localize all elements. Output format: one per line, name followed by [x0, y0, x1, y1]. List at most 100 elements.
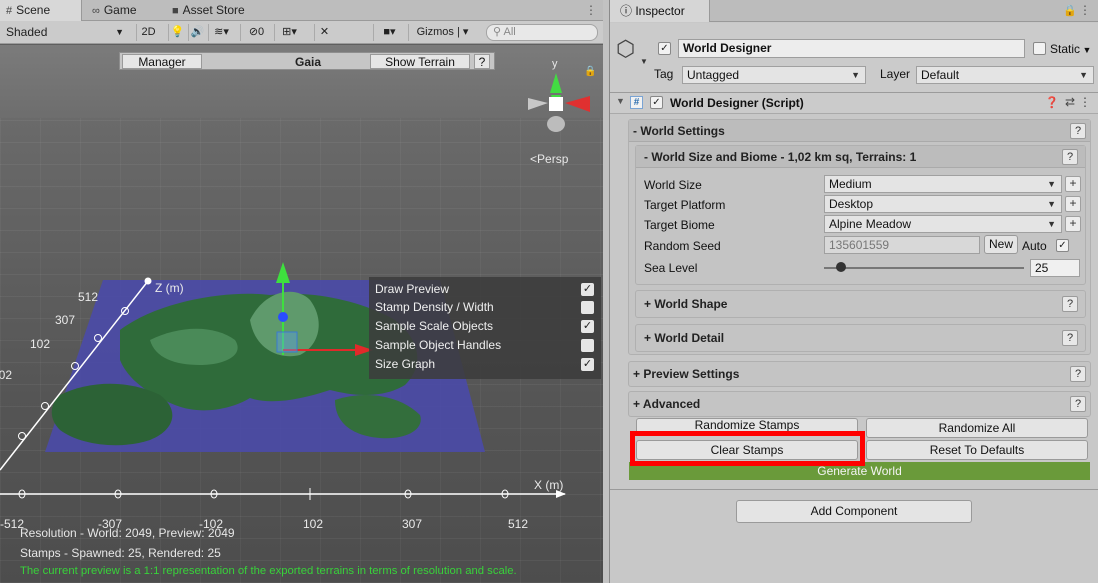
- hidden-objects-toggle[interactable]: ⊘0: [240, 24, 272, 41]
- status-stamps: Stamps - Spawned: 25, Rendered: 25: [20, 546, 221, 560]
- random-seed-field[interactable]: 135601559: [824, 236, 980, 254]
- inspector-tabbar: ⓘ Inspector 🔒 ⋮: [610, 0, 1098, 22]
- chevron-down-icon: ▼: [1079, 70, 1088, 80]
- target-biome-add-button[interactable]: +: [1065, 216, 1081, 232]
- gaia-help-button[interactable]: ?: [474, 54, 490, 69]
- layer-dropdown[interactable]: Default ▼: [916, 66, 1094, 84]
- script-icon: #: [630, 96, 643, 109]
- world-shape-section: + World Shape ?: [635, 290, 1086, 318]
- tab-scene[interactable]: # Scene: [0, 0, 82, 21]
- overlay-checkbox-stamp-density[interactable]: [581, 301, 594, 314]
- z-tick-neg102: -102: [0, 368, 13, 382]
- world-size-add-button[interactable]: +: [1065, 176, 1081, 192]
- x-tick-307: 307: [402, 517, 423, 531]
- z-tick-307: 307: [55, 313, 76, 327]
- overlay-checkbox-size-graph[interactable]: ✓: [581, 358, 594, 371]
- overlay-row-size-graph: Size Graph: [375, 357, 436, 371]
- search-icon: ⚲: [493, 26, 504, 38]
- overlay-checkbox-sample-handles[interactable]: [581, 339, 594, 352]
- foldout-arrow-icon[interactable]: ▼: [616, 96, 625, 106]
- sea-level-slider-thumb[interactable]: [836, 262, 846, 272]
- advanced-help[interactable]: ?: [1070, 396, 1086, 412]
- tab-inspector[interactable]: ⓘ Inspector: [610, 0, 710, 22]
- inspector-menu-icon[interactable]: ⋮: [1079, 3, 1091, 17]
- world-detail-header[interactable]: + World Detail: [636, 327, 1085, 349]
- randomize-all-button[interactable]: Randomize All: [866, 418, 1088, 438]
- z-tick-512: 512: [78, 290, 99, 304]
- component-enabled-checkbox[interactable]: ✓: [650, 96, 663, 109]
- x-axis-label: X (m): [534, 478, 564, 492]
- world-size-biome-help[interactable]: ?: [1062, 149, 1078, 165]
- world-size-dropdown[interactable]: Medium ▼: [824, 175, 1062, 193]
- shopping-bag-icon: ■: [172, 5, 179, 17]
- grid-toggle-icon[interactable]: ⊞▾: [274, 24, 304, 41]
- scene-toolbar: Shaded ▼ 2D 💡 🔊 ≋▾ ⊘0 ⊞▾ ✕ ■▾ Gizmos | ▾ …: [0, 21, 603, 44]
- world-detail-section: + World Detail ?: [635, 324, 1086, 352]
- gameobject-header: ⬡ ▼ ✓ World Designer Static ▼ Tag Untagg…: [610, 23, 1098, 93]
- scene-view[interactable]: y 🔒 <Persp Z (m) 512 307 102 -102 X (m) …: [0, 0, 603, 583]
- show-terrain-button[interactable]: Show Terrain: [370, 54, 470, 69]
- overlay-checkbox-draw-preview[interactable]: ✓: [581, 283, 594, 296]
- orient-lock-icon[interactable]: 🔒: [584, 66, 596, 77]
- scene-search-input[interactable]: ⚲ All: [486, 24, 598, 41]
- audio-icon[interactable]: 🔊: [188, 24, 206, 41]
- overlay-row-stamp-density: Stamp Density / Width: [375, 300, 494, 314]
- tab-game[interactable]: ∞ Game: [86, 0, 156, 21]
- camera-icon[interactable]: ■▾: [373, 24, 405, 41]
- settings-sliders-icon[interactable]: ⇄: [1065, 95, 1075, 109]
- sea-level-field[interactable]: 25: [1030, 259, 1080, 277]
- tag-dropdown[interactable]: Untagged ▼: [682, 66, 866, 84]
- tab-asset-store[interactable]: ■ Asset Store: [166, 0, 276, 21]
- scene-tabbar: # Scene ∞ Game ■ Asset Store ⋮: [0, 0, 603, 21]
- preview-settings-help[interactable]: ?: [1070, 366, 1086, 382]
- new-seed-button[interactable]: New: [984, 235, 1018, 254]
- sea-level-slider-track[interactable]: [824, 267, 1024, 269]
- gameobject-name-field[interactable]: World Designer: [678, 39, 1025, 58]
- overlay-checkbox-sample-scale[interactable]: ✓: [581, 320, 594, 333]
- component-menu-icon[interactable]: ⋮: [1079, 95, 1091, 109]
- overlay-row-sample-scale: Sample Scale Objects: [375, 319, 494, 333]
- reset-defaults-button[interactable]: Reset To Defaults: [866, 440, 1088, 460]
- gizmos-dropdown[interactable]: Gizmos | ▾: [408, 24, 476, 41]
- auto-seed-label: Auto: [1022, 239, 1047, 253]
- chevron-down-icon: ▼: [1047, 199, 1056, 209]
- world-settings-header[interactable]: - World Settings: [629, 120, 1090, 142]
- advanced-section: + Advanced ?: [628, 391, 1091, 417]
- world-detail-help[interactable]: ?: [1062, 330, 1078, 346]
- layer-label: Layer: [880, 67, 911, 81]
- inspector-lock-icon[interactable]: 🔒: [1063, 4, 1077, 17]
- target-platform-label: Target Platform: [644, 198, 726, 212]
- tools-icon[interactable]: ✕: [314, 24, 334, 41]
- preview-options-overlay: Draw Preview ✓ Stamp Density / Width Sam…: [369, 277, 601, 379]
- gaia-manager-button[interactable]: Manager: [122, 54, 202, 69]
- tag-label: Tag: [654, 67, 674, 81]
- target-biome-dropdown[interactable]: Alpine Meadow ▼: [824, 215, 1062, 233]
- component-header[interactable]: ▼ # ✓ World Designer (Script) ❓ ⇄ ⋮: [610, 93, 1098, 114]
- world-shape-help[interactable]: ?: [1062, 296, 1078, 312]
- preview-settings-header[interactable]: + Preview Settings: [629, 363, 1090, 385]
- info-icon: ⓘ: [620, 4, 636, 18]
- help-circle-icon[interactable]: ❓: [1045, 96, 1059, 109]
- world-size-label: World Size: [644, 178, 702, 192]
- shading-mode-dropdown[interactable]: Shaded ▼: [6, 23, 128, 41]
- advanced-header[interactable]: + Advanced: [629, 393, 1090, 415]
- effects-icon[interactable]: ≋▾: [208, 24, 234, 41]
- toggle-2d-button[interactable]: 2D: [136, 24, 160, 41]
- world-size-biome-header[interactable]: - World Size and Biome - 1,02 km sq, Ter…: [636, 146, 1085, 168]
- gameobject-active-checkbox[interactable]: ✓: [658, 42, 671, 55]
- static-checkbox[interactable]: [1033, 42, 1046, 55]
- lighting-icon[interactable]: 💡: [168, 24, 186, 41]
- scene-menu-icon[interactable]: ⋮: [585, 3, 597, 17]
- world-shape-header[interactable]: + World Shape: [636, 293, 1085, 315]
- orient-gizmo-y: [550, 73, 562, 93]
- target-biome-label: Target Biome: [644, 218, 715, 232]
- world-settings-help[interactable]: ?: [1070, 123, 1086, 139]
- static-label[interactable]: Static ▼: [1050, 40, 1091, 59]
- auto-seed-checkbox[interactable]: ✓: [1056, 239, 1069, 252]
- target-platform-add-button[interactable]: +: [1065, 196, 1081, 212]
- persp-label[interactable]: <Persp: [530, 152, 568, 166]
- add-component-button[interactable]: Add Component: [736, 500, 972, 523]
- target-platform-dropdown[interactable]: Desktop ▼: [824, 195, 1062, 213]
- chevron-down-icon: ▼: [851, 70, 860, 80]
- cube-dropdown-icon[interactable]: ▼: [640, 57, 648, 66]
